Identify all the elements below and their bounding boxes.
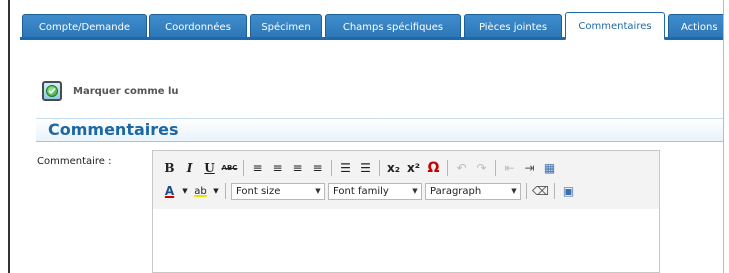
numbered-list-button[interactable]: ☰ [357, 159, 374, 177]
section-header: Commentaires [36, 118, 723, 142]
toolbar-row-1: B I U ABC ≡ ≡ ≡ ≡ ☰ ☰ x₂ x² Ω ↶ ↷ ⇤ ⇥ ▦ [161, 157, 561, 179]
toolbar-separator [495, 160, 496, 176]
font-size-select[interactable]: Font size ▼ [231, 182, 325, 200]
text-color-button[interactable]: A [161, 182, 178, 200]
underline-button[interactable]: U [201, 159, 218, 177]
tab-bar: Compte/Demande Coordonnées Spécimen Cham… [10, 0, 723, 40]
bullet-list-button[interactable]: ☰ [337, 159, 354, 177]
toolbar-separator [331, 160, 332, 176]
format-select[interactable]: Paragraph ▼ [425, 182, 521, 200]
redo-button[interactable]: ↷ [473, 159, 490, 177]
undo-button[interactable]: ↶ [453, 159, 470, 177]
toolbar-separator [526, 183, 527, 199]
align-right-button[interactable]: ≡ [289, 159, 306, 177]
align-center-button[interactable]: ≡ [269, 159, 286, 177]
special-char-button[interactable]: Ω [425, 159, 442, 177]
indent-button[interactable]: ⇥ [521, 159, 538, 177]
subscript-button[interactable]: x₂ [385, 159, 402, 177]
superscript-button[interactable]: x² [405, 159, 422, 177]
highlight-dropdown-icon[interactable]: ▼ [212, 182, 220, 200]
chevron-down-icon: ▼ [412, 187, 418, 195]
tab-commentaires[interactable]: Commentaires [565, 12, 665, 40]
toolbar-separator [225, 183, 226, 199]
toolbar-separator [554, 183, 555, 199]
font-family-select[interactable]: Font family ▼ [328, 182, 422, 200]
text-color-dropdown-icon[interactable]: ▼ [181, 182, 189, 200]
comment-field-label: Commentaire : [37, 156, 112, 167]
chevron-down-icon: ▼ [315, 187, 321, 195]
italic-button[interactable]: I [181, 159, 198, 177]
toolbar-separator [447, 160, 448, 176]
align-left-button[interactable]: ≡ [249, 159, 266, 177]
comment-textarea[interactable] [153, 209, 659, 272]
outdent-button[interactable]: ⇤ [501, 159, 518, 177]
check-circle-icon [42, 81, 62, 101]
chevron-down-icon: ▼ [511, 187, 517, 195]
mark-as-read-button[interactable]: Marquer comme lu [42, 79, 179, 103]
bold-button[interactable]: B [161, 159, 178, 177]
editor-toolbar: B I U ABC ≡ ≡ ≡ ≡ ☰ ☰ x₂ x² Ω ↶ ↷ ⇤ ⇥ ▦ … [153, 151, 659, 210]
table-button[interactable]: ▦ [541, 159, 558, 177]
highlight-button[interactable]: ab [192, 182, 209, 200]
strikethrough-button[interactable]: ABC [221, 159, 238, 177]
toolbar-separator [243, 160, 244, 176]
toolbar-row-2: A ▼ ab ▼ Font size ▼ Font family ▼ Parag… [161, 180, 580, 202]
rich-text-editor: B I U ABC ≡ ≡ ≡ ≡ ☰ ☰ x₂ x² Ω ↶ ↷ ⇤ ⇥ ▦ … [152, 150, 660, 273]
section-title: Commentaires [48, 120, 179, 139]
eraser-button[interactable]: ⌫ [532, 182, 549, 200]
image-button[interactable]: ▣ [560, 182, 577, 200]
mark-as-read-label: Marquer comme lu [73, 85, 179, 97]
toolbar-separator [379, 160, 380, 176]
page-frame: Compte/Demande Coordonnées Spécimen Cham… [8, 0, 724, 273]
align-justify-button[interactable]: ≡ [309, 159, 326, 177]
